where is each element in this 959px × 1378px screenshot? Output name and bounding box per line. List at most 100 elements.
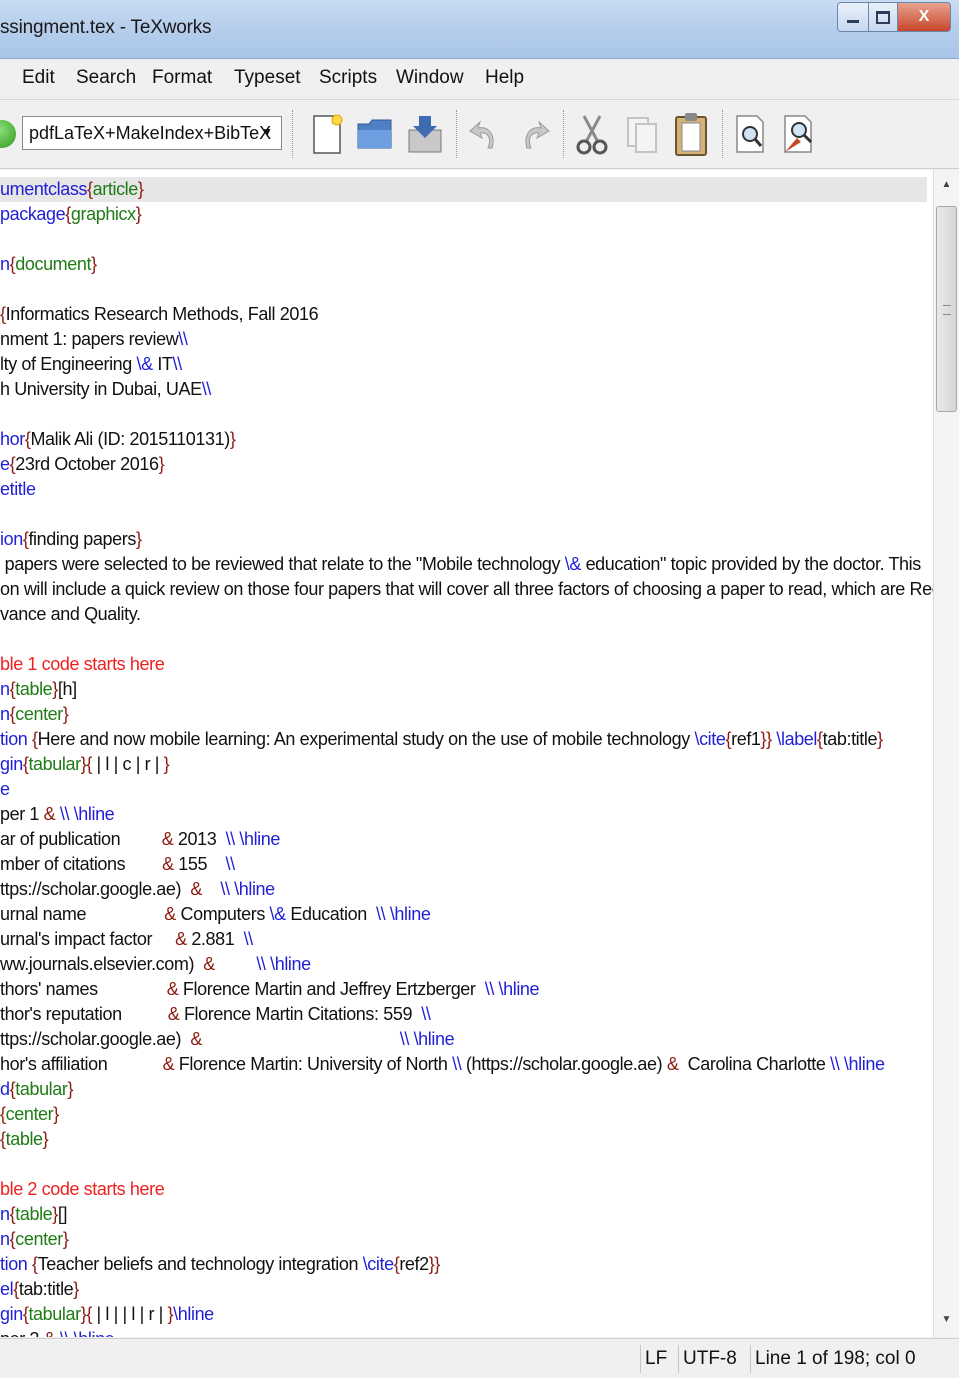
code-line: umentclass{article} xyxy=(0,177,144,202)
menu-edit[interactable]: Edit xyxy=(22,67,55,89)
code-token: \cite xyxy=(362,1254,394,1274)
code-token: finding papers xyxy=(28,529,136,549)
code-token: urnal name xyxy=(0,904,165,924)
encoding-indicator[interactable]: UTF-8 xyxy=(678,1345,741,1373)
menu-scripts[interactable]: Scripts xyxy=(319,67,377,89)
code-line: n{center} xyxy=(0,702,69,727)
cut-button[interactable] xyxy=(572,110,612,158)
new-document-button[interactable] xyxy=(306,110,346,158)
copy-button[interactable] xyxy=(622,110,662,158)
code-token: } xyxy=(137,179,144,199)
code-token: article xyxy=(92,179,139,199)
code-token: Florence Martin and Jeffrey Ertzberger xyxy=(178,979,485,999)
menu-window[interactable]: Window xyxy=(396,67,464,89)
code-line: ion{finding papers} xyxy=(0,527,142,552)
code-line: on will include a quick review on those … xyxy=(0,577,933,602)
code-token: h University in Dubai, UAE xyxy=(0,379,202,399)
save-icon xyxy=(408,116,442,153)
typeset-engine-select[interactable]: pdfLaTeX+MakeIndex+BibTeX ▼ xyxy=(22,116,282,150)
code-token: \\ xyxy=(421,1004,431,1024)
code-token: Computers xyxy=(175,904,270,924)
code-token: Teacher beliefs and technology integrati… xyxy=(37,1254,363,1274)
code-token: }{ xyxy=(80,1304,93,1324)
menu-help[interactable]: Help xyxy=(485,67,524,89)
chevron-down-icon: ▼ xyxy=(261,125,273,139)
code-token: \& xyxy=(269,904,287,924)
code-token: & xyxy=(167,1004,180,1024)
grip-icon xyxy=(943,305,951,315)
code-token: ref2 xyxy=(399,1254,429,1274)
code-line: tion {Here and now mobile learning: An e… xyxy=(0,727,883,752)
code-line: gin{tabular}{ | l | | l | r | }\hline xyxy=(0,1302,214,1327)
close-button[interactable]: X xyxy=(898,2,951,32)
toolbar-separator xyxy=(563,110,566,158)
code-token: IT xyxy=(152,354,173,374)
scroll-down-icon[interactable]: ▼ xyxy=(934,1309,959,1331)
code-token: ttps://scholar.google.ae) xyxy=(0,1029,191,1049)
code-token: n xyxy=(0,1229,10,1249)
code-token: n xyxy=(0,704,10,724)
maximize-button[interactable] xyxy=(869,2,898,32)
code-token: }} xyxy=(428,1254,441,1274)
code-line: hor{Malik Ali (ID: 2015110131)} xyxy=(0,427,236,452)
code-token: }{ xyxy=(80,754,93,774)
maximize-icon xyxy=(876,10,890,24)
code-token: e xyxy=(0,779,10,799)
code-token: } xyxy=(135,204,142,224)
code-line: ar of publication & 2013 \\ \hline xyxy=(0,827,280,852)
code-token: \\ \hline xyxy=(60,1329,115,1337)
cut-icon xyxy=(576,115,608,155)
code-token: } xyxy=(135,529,142,549)
line-ending-indicator[interactable]: LF xyxy=(640,1345,671,1373)
code-token: 23rd October 2016 xyxy=(15,454,159,474)
code-token: \hline xyxy=(173,1304,214,1324)
code-token: tabular xyxy=(28,754,81,774)
code-line: package{graphicx} xyxy=(0,202,142,227)
menu-typeset[interactable]: Typeset xyxy=(234,67,301,89)
code-token: & xyxy=(44,1329,56,1337)
code-token: etitle xyxy=(0,479,36,499)
code-token: } xyxy=(229,429,236,449)
vertical-scrollbar[interactable]: ▲ ▼ xyxy=(933,170,959,1337)
find-button[interactable] xyxy=(731,110,771,158)
title-bar: ssingment.tex - TeXworks X xyxy=(0,0,959,59)
code-token: (https://scholar.google.ae) xyxy=(461,1054,667,1074)
save-button[interactable] xyxy=(405,110,445,158)
code-token: \\ xyxy=(452,1054,462,1074)
code-token: & xyxy=(666,1054,679,1074)
code-token: package xyxy=(0,204,66,224)
code-token: & xyxy=(166,979,179,999)
code-token: Carolina Charlotte xyxy=(678,1054,831,1074)
code-token: n xyxy=(0,254,10,274)
code-token: } xyxy=(62,1229,69,1249)
code-token: \label xyxy=(776,729,818,749)
code-line: {Informatics Research Methods, Fall 2016 xyxy=(0,302,319,327)
copy-icon xyxy=(627,117,657,153)
code-token: d xyxy=(0,1079,10,1099)
redo-button[interactable] xyxy=(515,110,555,158)
code-editor[interactable]: umentclass{article} package{graphicx} n{do… xyxy=(0,170,933,1337)
undo-icon xyxy=(469,120,494,149)
menu-search[interactable]: Search xyxy=(76,67,136,89)
code-token: \& xyxy=(564,554,582,574)
menu-format[interactable]: Format xyxy=(152,67,212,89)
code-token: ble 1 code starts here xyxy=(0,654,165,674)
paste-button[interactable] xyxy=(671,110,711,158)
replace-button[interactable] xyxy=(779,110,819,158)
toolbar-separator xyxy=(456,110,459,158)
scroll-up-icon[interactable]: ▲ xyxy=(934,174,959,196)
minimize-button[interactable] xyxy=(837,2,869,32)
code-token: tab:title xyxy=(18,1279,74,1299)
new-document-icon xyxy=(313,114,343,154)
code-token: ww.journals.elsevier.com) xyxy=(0,954,204,974)
code-token: \\ xyxy=(172,354,183,374)
scrollbar-thumb[interactable] xyxy=(936,206,957,412)
open-button[interactable] xyxy=(355,110,395,158)
code-token: table xyxy=(5,1129,43,1149)
code-token: ref1 xyxy=(731,729,761,749)
code-token: \\ xyxy=(178,329,188,349)
undo-button[interactable] xyxy=(464,110,504,158)
code-line: mber of citations & 155 \\ xyxy=(0,852,235,877)
